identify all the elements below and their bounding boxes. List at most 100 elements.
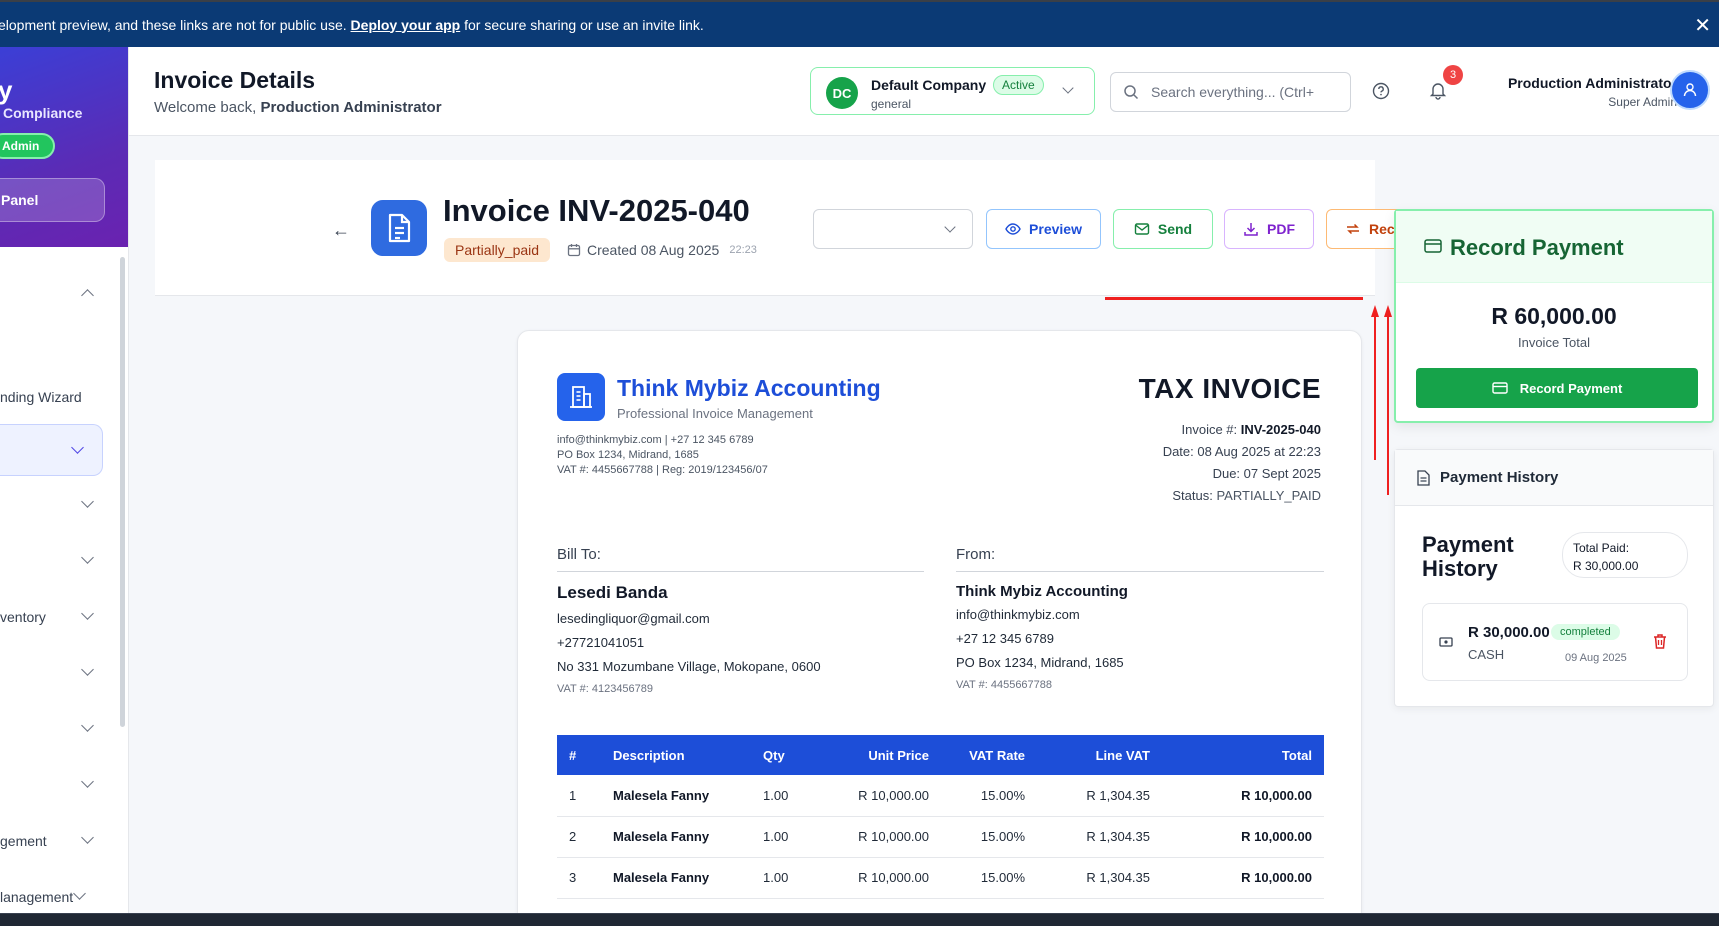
sidebar-item-inventory[interactable]: ventory [0,597,112,637]
payment-history-item: R 30,000.00 CASH completed 09 Aug 2025 [1422,603,1688,681]
pdf-button[interactable]: PDF [1224,209,1314,249]
invoice-number: Invoice #: INV-2025-040 [1181,422,1322,437]
chevron-down-icon [81,495,94,508]
company-name: Default Company [871,77,987,93]
divider [557,571,924,572]
invoice-total-label: Invoice Total [1517,335,1591,350]
sidebar-item[interactable] [0,275,112,315]
search-input[interactable]: Search everything... (Ctrl+ [1110,72,1351,112]
payment-history-panel: Payment History Payment History Total Pa… [1394,449,1714,707]
sidebar-item-onboarding-wizard[interactable]: nding Wizard [0,377,112,417]
from-name: Think Mybiz Accounting [956,583,1128,600]
sidebar-item-active[interactable] [0,424,103,476]
sidebar-item[interactable] [0,541,112,581]
document-icon [1417,470,1430,486]
table-header-row: # Description Qty Unit Price VAT Rate Li… [557,735,1324,775]
invoice-action-select[interactable] [813,209,973,249]
brand-letter: y [0,75,12,106]
from-address: PO Box 1234, Midrand, 1685 [956,655,1124,670]
company-sub: general [871,97,912,111]
record-payment-button[interactable]: Record Payment [1416,368,1698,408]
col-vat-rate: VAT Rate [969,747,1025,763]
payment-history-title: Payment History [1422,532,1514,581]
company-contact-line: info@thinkmybiz.com | +27 12 345 6789 [557,434,754,446]
table-row: 2 Malesela Fanny 1.00 R 10,000.00 15.00%… [557,816,1324,858]
brand-subtitle: Compliance [3,105,83,121]
company-name: Think Mybiz Accounting [617,375,881,401]
chevron-down-icon [81,607,94,620]
col-description: Description [613,747,685,763]
search-icon [1124,85,1139,100]
search-placeholder: Search everything... (Ctrl+ [1151,84,1315,100]
invoice-status: Status: PARTIALLY_PAID [1172,488,1321,503]
banner-text: elopment preview, and these links are no… [0,16,704,33]
welcome-text: Welcome back, Production Administrator [154,99,442,116]
invoice-title: Invoice INV-2025-040 [443,193,750,228]
back-arrow-icon[interactable]: ← [332,220,350,241]
company-switcher[interactable]: DC Default Company Active general [810,67,1095,115]
cash-icon [1439,637,1453,647]
sidebar-item[interactable] [0,709,112,749]
credit-card-icon [1424,239,1442,253]
company-status-badge: Active [993,75,1044,95]
bell-icon[interactable] [1428,80,1448,100]
preview-button[interactable]: Preview [986,209,1101,249]
send-button[interactable]: Send [1113,209,1213,249]
payment-status-badge: completed [1551,624,1620,640]
mail-icon [1134,223,1150,235]
chevron-down-icon [81,719,94,732]
notification-count-badge: 3 [1443,65,1463,85]
col-number: # [569,747,577,763]
sidebar-item[interactable] [0,653,112,693]
chevron-down-icon [81,663,94,676]
table-row: 1 Malesela Fanny 1.00 R 10,000.00 15.00%… [557,775,1324,817]
sidebar: y Compliance Admin Panel nding Wizard ve… [0,47,129,913]
sidebar-item-management[interactable]: gement [0,821,112,861]
company-avatar: DC [826,77,858,109]
from-email: info@thinkmybiz.com [956,607,1080,622]
record-payment-panel: Record Payment R 60,000.00 Invoice Total… [1394,209,1714,423]
sidebar-item-management-2[interactable]: lanagement [0,877,112,913]
company-address-line: PO Box 1234, Midrand, 1685 [557,449,699,461]
role-badge: Admin [0,133,56,159]
eye-icon [1005,223,1021,235]
invoice-due-date: Due: 07 Sept 2025 [1212,466,1321,481]
col-total: Total [1281,747,1312,763]
chevron-down-icon [81,551,94,564]
record-payment-header: Record Payment [1396,211,1712,283]
bill-to-name: Lesedi Banda [557,583,668,602]
user-avatar[interactable] [1670,70,1710,110]
annotation-arrow [1384,305,1392,495]
building-icon [557,373,605,421]
download-icon [1244,223,1258,236]
credit-card-icon [1492,382,1508,394]
panel-button[interactable]: Panel [0,178,105,222]
document-icon [371,200,427,256]
record-payment-title: Record Payment [1450,235,1624,260]
help-icon[interactable] [1372,82,1390,100]
close-icon[interactable]: ✕ [1694,13,1711,38]
annotation-arrow [1371,305,1379,460]
table-row: 3 Malesela Fanny 1.00 R 10,000.00 15.00%… [557,857,1324,899]
sidebar-item[interactable] [0,765,112,805]
col-qty: Qty [763,747,785,763]
from-phone: +27 12 345 6789 [956,631,1054,646]
line-items-table: # Description Qty Unit Price VAT Rate Li… [557,735,1324,899]
col-unit-price: Unit Price [868,747,929,763]
os-taskbar [0,913,1719,926]
bill-to-email: lesedingliquor@gmail.com [557,611,710,626]
trash-icon[interactable] [1653,633,1667,649]
sidebar-item[interactable] [0,485,112,525]
document-type-title: TAX INVOICE [1138,373,1321,404]
col-line-vat: Line VAT [1095,747,1150,763]
payment-amount: R 30,000.00 [1468,624,1550,641]
bill-to-label: Bill To: [557,546,601,563]
chevron-down-icon [71,441,84,454]
company-tagline: Professional Invoice Management [617,406,813,421]
deploy-link[interactable]: Deploy your app [351,17,461,33]
company-vat-line: VAT #: 4455667788 | Reg: 2019/123456/07 [557,464,768,476]
calendar-icon [567,244,581,257]
sidebar-scrollbar[interactable] [120,257,125,727]
user-name: Production Administrator [1507,75,1677,91]
invoice-date: Date: 08 Aug 2025 at 22:23 [1162,444,1321,459]
